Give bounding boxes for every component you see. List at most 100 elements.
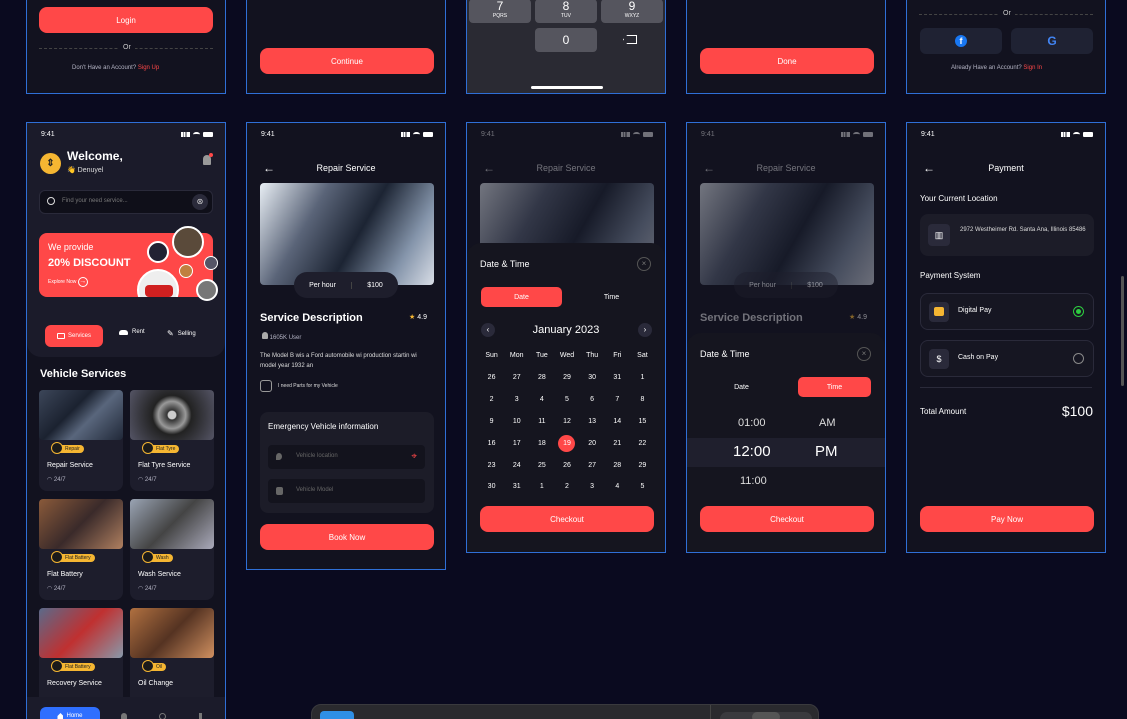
calendar-day[interactable]: 31 <box>504 476 529 498</box>
calendar-day[interactable]: 29 <box>554 367 579 389</box>
calendar-day[interactable]: 1 <box>630 367 655 389</box>
tab-time[interactable]: Time <box>571 287 652 307</box>
calendar-day[interactable]: 13 <box>580 411 605 433</box>
vehicle-model-input[interactable]: Vehicle Model <box>268 479 425 503</box>
calendar-day[interactable]: 11 <box>529 411 554 433</box>
close-icon[interactable]: × <box>857 347 871 361</box>
notification-icon[interactable] <box>203 153 213 165</box>
calendar-day[interactable]: 23 <box>479 454 504 476</box>
checkout-button[interactable]: Checkout <box>480 506 654 532</box>
calendar-day[interactable]: 3 <box>580 476 605 498</box>
calendar-day[interactable]: 30 <box>479 476 504 498</box>
vehicle-location-input[interactable]: Vehicle location ⌖ <box>268 445 425 469</box>
calendar-day[interactable]: 4 <box>605 476 630 498</box>
parts-checkbox[interactable] <box>260 380 272 392</box>
calendar-day[interactable]: 29 <box>630 454 655 476</box>
calendar-day[interactable]: 28 <box>605 454 630 476</box>
time-option[interactable]: 01:00 <box>738 417 766 429</box>
calendar-day[interactable]: 30 <box>580 367 605 389</box>
calendar-day[interactable]: 14 <box>605 411 630 433</box>
radio-unselected[interactable] <box>1073 353 1084 364</box>
calendar-day[interactable]: 22 <box>630 432 655 454</box>
tab-time[interactable]: Time <box>798 377 871 397</box>
sign-up-link[interactable]: Sign Up <box>138 65 159 71</box>
radio-selected[interactable] <box>1073 306 1084 317</box>
facebook-button[interactable]: f <box>920 28 1002 54</box>
ampm-selected[interactable]: PM <box>815 443 838 460</box>
service-card-flat-tyre[interactable]: Flat Tyre Flat Tyre Service ◠ 24/7 <box>130 390 214 491</box>
pay-now-button[interactable]: Pay Now <box>920 506 1094 532</box>
calendar-day[interactable]: 8 <box>630 389 655 411</box>
digital-pay-option[interactable]: Digital Pay <box>920 293 1094 330</box>
toolbar-toggle[interactable] <box>720 712 812 719</box>
service-card-oil-change[interactable]: Oil Oil Change <box>130 608 214 709</box>
calendar-day[interactable]: 28 <box>529 367 554 389</box>
nav-home[interactable]: Home <box>40 707 100 719</box>
calendar-day[interactable]: 27 <box>504 367 529 389</box>
avatar[interactable]: ⇕ <box>40 153 61 174</box>
tab-date[interactable]: Date <box>481 287 562 307</box>
calendar-day[interactable]: 19 <box>554 432 579 454</box>
search-input[interactable]: Find your need service... <box>62 198 128 204</box>
calendar-day[interactable]: 1 <box>529 476 554 498</box>
calendar-day[interactable]: 6 <box>580 389 605 411</box>
target-icon[interactable]: ⌖ <box>411 451 417 462</box>
calendar-day[interactable]: 10 <box>504 411 529 433</box>
login-button[interactable]: Login <box>39 7 213 33</box>
calendar-day[interactable]: 20 <box>580 432 605 454</box>
calendar-day[interactable]: 26 <box>479 367 504 389</box>
service-card-recovery[interactable]: Flat Battery Recovery Service <box>39 608 123 709</box>
nav-chat-icon[interactable] <box>159 713 166 719</box>
next-month-button[interactable]: › <box>638 323 652 337</box>
address-card[interactable]: ▥ 2972 Westheimer Rd. Santa Ana, Illinoi… <box>920 214 1094 256</box>
key-7[interactable]: 7 PQRS <box>469 0 531 23</box>
calendar-day[interactable]: 18 <box>529 432 554 454</box>
time-option[interactable]: 11:00 <box>740 475 767 487</box>
nav-profile-icon[interactable] <box>199 713 202 719</box>
calendar-day[interactable]: 26 <box>554 454 579 476</box>
calendar-day[interactable]: 21 <box>605 432 630 454</box>
backspace-icon[interactable] <box>623 35 637 44</box>
service-card-repair[interactable]: Repair Repair Service ◠ 24/7 <box>39 390 123 491</box>
key-9[interactable]: 9 WXYZ <box>601 0 663 23</box>
calendar-day[interactable]: 2 <box>479 389 504 411</box>
calendar-day[interactable]: 31 <box>605 367 630 389</box>
tab-date[interactable]: Date <box>701 377 782 397</box>
explore-now-link[interactable]: Explore Now → <box>48 277 88 287</box>
sign-in-link[interactable]: Sign In <box>1023 65 1042 71</box>
key-8[interactable]: 8 TUV <box>535 0 597 23</box>
scrollbar[interactable] <box>1121 276 1124 386</box>
selected-day[interactable]: 19 <box>558 434 576 452</box>
calendar-day[interactable]: 27 <box>580 454 605 476</box>
nav-bell-icon[interactable] <box>121 713 127 719</box>
calendar-day[interactable]: 12 <box>554 411 579 433</box>
cash-on-pay-option[interactable]: $ Cash on Pay <box>920 340 1094 377</box>
tab-selling[interactable]: ✎ Selling <box>167 329 196 338</box>
calendar-day[interactable]: 7 <box>605 389 630 411</box>
calendar-day[interactable]: 15 <box>630 411 655 433</box>
calendar-day[interactable]: 24 <box>504 454 529 476</box>
calendar-day[interactable]: 25 <box>529 454 554 476</box>
continue-button[interactable]: Continue <box>260 48 434 74</box>
calendar-day[interactable]: 17 <box>504 432 529 454</box>
time-selected[interactable]: 12:00 <box>733 443 771 460</box>
tab-rent[interactable]: Rent <box>119 329 145 335</box>
ampm-option[interactable]: AM <box>819 417 836 429</box>
calendar-day[interactable]: 4 <box>529 389 554 411</box>
google-button[interactable]: G <box>1011 28 1093 54</box>
checkout-button[interactable]: Checkout <box>700 506 874 532</box>
calendar-day[interactable]: 3 <box>504 389 529 411</box>
calendar-day[interactable]: 16 <box>479 432 504 454</box>
calendar-day[interactable]: 5 <box>554 389 579 411</box>
key-0[interactable]: 0 <box>535 28 597 52</box>
done-button[interactable]: Done <box>700 48 874 74</box>
close-icon[interactable]: × <box>637 257 651 271</box>
service-card-wash[interactable]: Wash Wash Service ◠ 24/7 <box>130 499 214 600</box>
search-bar[interactable]: Find your need service... ⊛ <box>39 190 213 214</box>
calendar-day[interactable]: 5 <box>630 476 655 498</box>
toolbar-app-icon[interactable] <box>320 711 354 719</box>
calendar-day[interactable]: 2 <box>554 476 579 498</box>
calendar-day[interactable]: 9 <box>479 411 504 433</box>
book-now-button[interactable]: Book Now <box>260 524 434 550</box>
tab-services[interactable]: Services <box>45 325 103 347</box>
